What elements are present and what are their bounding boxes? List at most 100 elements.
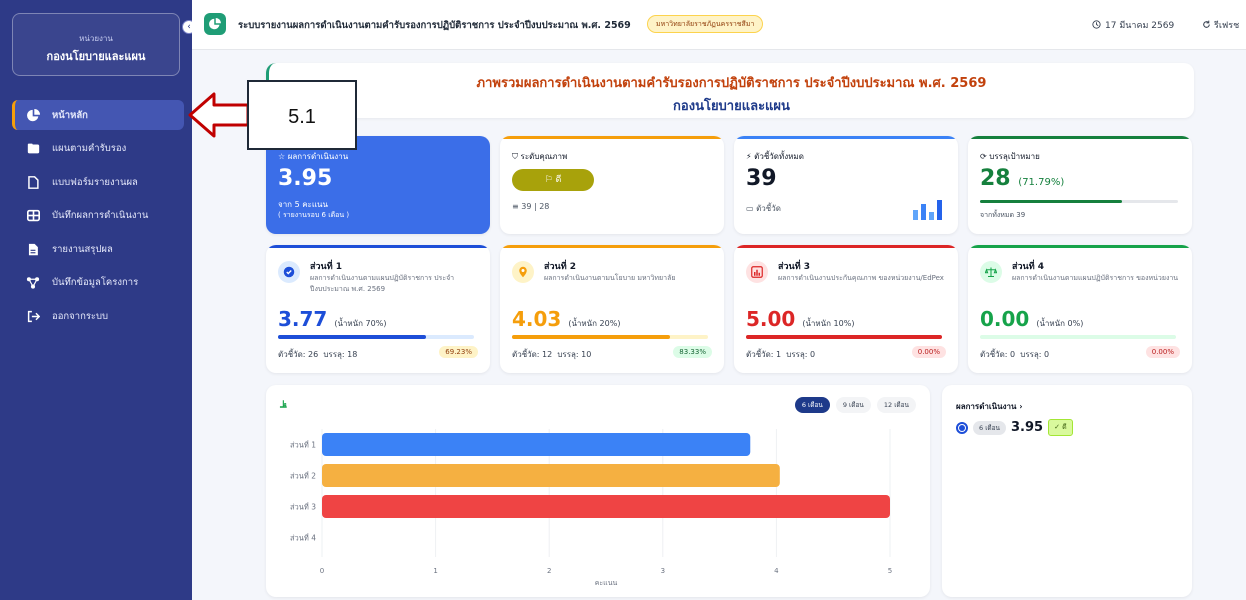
- part-pct-badge: 0.00%: [1145, 346, 1180, 358]
- bar-part-2[interactable]: [322, 464, 780, 487]
- x-tick-label: 4: [774, 567, 779, 575]
- sidebar-item-record[interactable]: บันทึกผลการดำเนินงาน: [12, 201, 184, 231]
- list-icon: ≡: [512, 202, 519, 211]
- part-footer: ตัวชี้วัด: 26 บรรลุ: 18: [278, 350, 358, 359]
- sidebar-item-label: แบบฟอร์มรายงานผล: [52, 176, 138, 188]
- sidebar-item-logout[interactable]: ออกจากระบบ: [12, 301, 184, 331]
- category-label: ส่วนที่ 1: [290, 440, 316, 450]
- sidebar-item-label: หน้าหลัก: [52, 109, 88, 121]
- part-title: ส่วนที่ 3: [778, 262, 811, 272]
- app-title: ระบบรายงานผลการดำเนินงานตามคำรับรองการปฏ…: [238, 20, 631, 31]
- part-description: ผลการดำเนินงานตามแผนปฏิบัติราชการ ประจำป…: [310, 274, 455, 293]
- part-score: 3.77 (น้ำหนัก 70%): [278, 307, 387, 331]
- sidebar-item-report-form[interactable]: แบบฟอร์มรายงานผล: [12, 167, 184, 197]
- quality-meta: ≡ 39 | 28: [512, 202, 550, 211]
- page-subtitle: กองนโยบายและแผน: [673, 99, 790, 114]
- performance-value: 3.95: [278, 166, 333, 191]
- sidebar-nav: หน้าหลัก แผนตามคำรับรอง แบบฟอร์มรายงานผล…: [12, 100, 184, 335]
- part-progress: [980, 335, 1176, 339]
- indicators-label: ⚡ ตัวชี้วัดทั้งหมด: [746, 152, 804, 161]
- part-pct-badge: 69.23%: [439, 346, 478, 358]
- check-circle-icon: [278, 261, 300, 283]
- app-logo-icon: [204, 13, 226, 35]
- category-label: ส่วนที่ 3: [290, 502, 316, 512]
- achieved-value: 28 (71.79%): [980, 166, 1065, 191]
- sidebar-item-label: แผนตามคำรับรอง: [52, 143, 127, 154]
- card-accent: [500, 245, 724, 248]
- card-accent: [968, 245, 1192, 248]
- refresh-button[interactable]: รีเฟรช: [1202, 18, 1239, 32]
- part-description: ผลการดำเนินงานประกันคุณภาพ ของหน่วยงาน/E…: [778, 274, 944, 282]
- sidebar-item-label: บันทึกข้อมูลโครงการ: [52, 277, 139, 288]
- annotation-callout: 5.1: [247, 80, 357, 150]
- achieved-sub: จากทั้งหมด 39: [980, 211, 1026, 219]
- achieved-card: ⟳ บรรลุเป้าหมาย 28 (71.79%) จากทั้งหมด 3…: [968, 136, 1192, 234]
- report-icon: [26, 242, 40, 256]
- unit-name: กองนโยบายและแผน: [46, 50, 146, 63]
- sidebar-item-label: บันทึกผลการดำเนินงาน: [52, 210, 149, 221]
- card-accent: [734, 245, 958, 248]
- category-label: ส่วนที่ 2: [290, 471, 316, 481]
- part-title: ส่วนที่ 2: [544, 262, 577, 272]
- x-tick-label: 2: [547, 567, 551, 575]
- performance-sub2: ( รายงานรอบ 6 เดือน ): [278, 211, 350, 219]
- sidebar-item-project[interactable]: บันทึกข้อมูลโครงการ: [12, 268, 184, 298]
- bar-part-1[interactable]: [322, 433, 751, 456]
- university-badge: มหาวิทยาลัยราชภัฏนครราชสีมา: [647, 15, 764, 33]
- performance-panel: ผลการดำเนินงาน › 6 เดือน 3.95 ✓ ดี: [942, 385, 1192, 597]
- sidebar-item-home[interactable]: หน้าหลัก: [12, 100, 184, 130]
- indicators-card: ⚡ ตัวชี้วัดทั้งหมด 39 ▭ ตัวชี้วัด: [734, 136, 958, 234]
- part-progress: [278, 335, 474, 339]
- part-pct-badge: 0.00%: [911, 346, 946, 358]
- part-score: 5.00 (น้ำหนัก 10%): [746, 307, 855, 331]
- folder-icon: [26, 142, 40, 156]
- part-description: ผลการดำเนินงานตามนโยบาย มหาวิทยาลัย: [544, 274, 676, 282]
- header-date: 17 มีนาคม 2569: [1092, 18, 1174, 32]
- card-accent: [266, 245, 490, 248]
- performance-panel-title: ผลการดำเนินงาน ›: [956, 402, 1023, 411]
- indicators-value: 39: [746, 166, 777, 191]
- unit-box: หน่วยงาน กองนโยบายและแผน: [12, 13, 180, 76]
- score-chart-card: ⫡ 6 เดือน 9 เดือน 12 เดือน 0 1 2 3 4 5 คะแนน ส่…: [266, 385, 930, 597]
- x-tick-label: 0: [320, 567, 324, 575]
- x-tick-label: 3: [661, 567, 665, 575]
- project-icon: [26, 276, 40, 290]
- achieved-label: ⟳ บรรลุเป้าหมาย: [980, 152, 1040, 161]
- scale-icon: [980, 261, 1002, 283]
- part-progress: [746, 335, 942, 339]
- quality-card: ⛉ ระดับคุณภาพ ⚐ ดี ≡ 39 | 28: [500, 136, 724, 234]
- part-pct-badge: 83.33%: [673, 346, 712, 358]
- part-card: ส่วนที่ 2 ผลการดำเนินงานตามนโยบาย มหาวิท…: [500, 245, 724, 373]
- x-axis-label: คะแนน: [595, 579, 618, 587]
- bar-part-3[interactable]: [322, 495, 890, 518]
- part-score: 0.00 (น้ำหนัก 0%): [980, 307, 1084, 331]
- document-icon: [26, 175, 40, 189]
- part-footer: ตัวชี้วัด: 1 บรรลุ: 0: [746, 350, 816, 359]
- part-title: ส่วนที่ 4: [1012, 262, 1045, 272]
- sidebar-item-plan[interactable]: แผนตามคำรับรอง: [12, 134, 184, 164]
- pie-chart-icon: [26, 108, 40, 122]
- sidebar-item-label: ออกจากระบบ: [52, 310, 109, 322]
- part-score: 4.03 (น้ำหนัก 20%): [512, 307, 621, 331]
- part-card: ส่วนที่ 3 ผลการดำเนินงานประกันคุณภาพ ของ…: [734, 245, 958, 373]
- page-title-banner: ภาพรวมผลการดำเนินงานตามคำรับรองการปฏิบัต…: [266, 63, 1194, 118]
- bar-chart-icon: [913, 200, 942, 220]
- sidebar-item-label: รายงานสรุปผล: [52, 243, 113, 255]
- refresh-label: รีเฟรช: [1214, 21, 1240, 31]
- performance-row: 6 เดือน 3.95 ✓ ดี: [956, 419, 1073, 436]
- part-card: ส่วนที่ 4 ผลการดำเนินงานตามแผนปฏิบัติราช…: [968, 245, 1192, 373]
- achieved-progress: [980, 200, 1178, 203]
- top-header: ระบบรายงานผลการดำเนินงานตามคำรับรองการปฏ…: [192, 0, 1246, 50]
- category-label: ส่วนที่ 4: [290, 533, 316, 543]
- period-chip: 6 เดือน: [973, 420, 1006, 435]
- period-radio[interactable]: [956, 421, 968, 434]
- part-card: ส่วนที่ 1 ผลการดำเนินงานตามแผนปฏิบัติราช…: [266, 245, 490, 373]
- part-title: ส่วนที่ 1: [310, 262, 343, 272]
- sidebar-item-summary[interactable]: รายงานสรุปผล: [12, 234, 184, 264]
- unit-caption: หน่วยงาน: [79, 34, 113, 43]
- performance-score: 3.95: [1011, 420, 1044, 435]
- location-pin-icon: [512, 261, 534, 283]
- score-bar-chart: 0 1 2 3 4 5 คะแนน ส่วนที่ 1 ส่วนที่ 2 ส่วนที่ 3 ส่…: [290, 429, 892, 587]
- part-footer: ตัวชี้วัด: 12 บรรลุ: 10: [512, 350, 592, 359]
- part-description: ผลการดำเนินงานตามแผนปฏิบัติราชการ ของหน่…: [1012, 274, 1179, 282]
